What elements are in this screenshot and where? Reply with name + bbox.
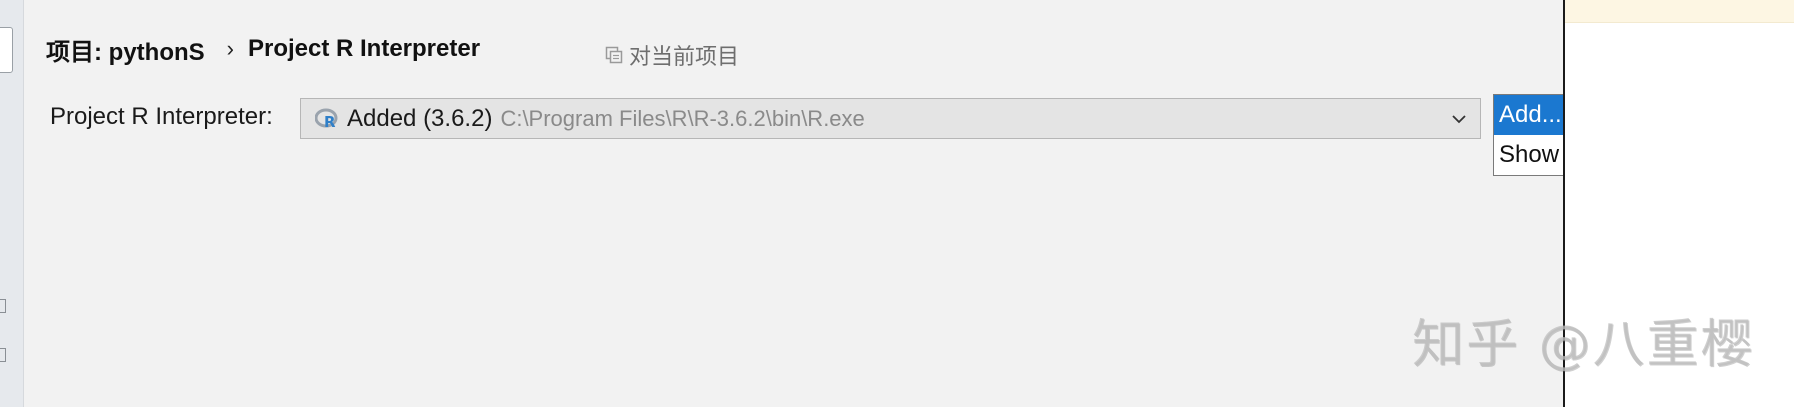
settings-window: 项目: pythonS › Project R Interpreter 对当前项…: [0, 0, 1794, 407]
project-scope-label: 对当前项目: [629, 44, 740, 69]
sidebar-collapsed-item[interactable]: [0, 299, 6, 313]
chevron-down-icon[interactable]: [1450, 110, 1468, 128]
editor-highlight-line: [1565, 0, 1794, 23]
r-logo-icon: R: [315, 108, 338, 131]
interpreter-label: Project R Interpreter:: [50, 103, 273, 130]
interpreter-select[interactable]: R Added (3.6.2) C:\Program Files\R\R-3.6…: [300, 98, 1481, 139]
breadcrumb-current-page: Project R Interpreter: [247, 35, 481, 62]
settings-sidebar: [0, 0, 24, 407]
breadcrumb-separator: ›: [226, 36, 234, 61]
svg-text:R: R: [324, 113, 336, 131]
project-scope-indicator: 对当前项目: [605, 40, 739, 70]
breadcrumb-project: 项目: pythonS: [46, 38, 205, 66]
watermark-text: 知乎 @八重樱: [1412, 315, 1755, 375]
interpreter-path: C:\Program Files\R\R-3.6.2\bin\R.exe: [500, 105, 865, 131]
sidebar-collapsed-item[interactable]: [0, 348, 6, 362]
breadcrumb: 项目: pythonS › Project R Interpreter: [46, 34, 481, 66]
sidebar-search-input[interactable]: [0, 27, 13, 73]
interpreter-name: Added (3.6.2): [347, 104, 493, 132]
copy-icon: [605, 46, 623, 64]
